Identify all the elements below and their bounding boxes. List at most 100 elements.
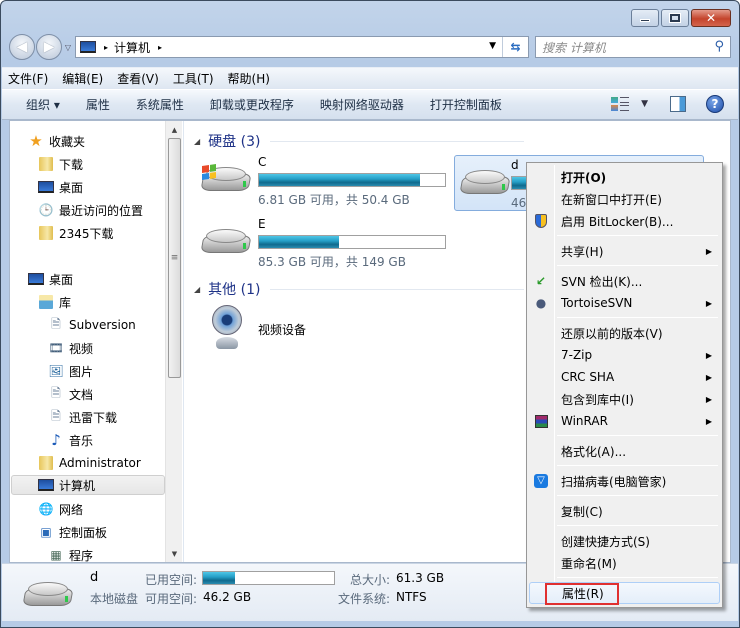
scroll-down-arrow-icon[interactable]: ▼ [166,545,182,562]
properties-button[interactable]: 属性 [86,96,110,113]
search-icon[interactable]: ⚲ [714,39,724,54]
close-button[interactable]: ✕ [691,9,731,27]
context-menu-item-label: 共享(H) [561,244,604,259]
context-menu-item[interactable]: ▽ 扫描病毒(电脑管家) [529,470,720,492]
sidebar-item-downloads[interactable]: 下载 [38,154,83,174]
address-dropdown-icon[interactable]: ▼ [489,41,496,51]
sidebar-item-xunlei-downloads[interactable]: 🗎 迅雷下载 [48,407,117,427]
context-menu-item[interactable]: CRC SHA ▶ [529,366,720,388]
maximize-button[interactable] [661,9,689,27]
submenu-arrow-icon: ▶ [705,350,712,360]
context-menu-item[interactable]: 在新窗口中打开(E) [529,188,720,210]
system-drive-icon [200,164,252,195]
recent-pages-dropdown[interactable]: ▽ [63,43,73,52]
scroll-thumb[interactable]: ≡ [168,138,181,378]
sidebar-item-computer[interactable]: 计算机 [11,475,165,495]
view-options-dropdown[interactable]: ▼ [641,99,648,109]
drive-tile-c[interactable]: C 6.81 GB 可用，共 50.4 GB [196,153,452,209]
system-properties-button[interactable]: 系统属性 [136,96,184,113]
context-menu-item[interactable]: 格式化(A)... [529,440,720,462]
hard-drive-icon [200,227,252,257]
context-menu-item[interactable]: 创建快捷方式(S) [529,530,720,552]
user-folder-icon [38,455,54,471]
organize-button[interactable]: 组织 ▾ [26,96,60,113]
context-menu-separator [557,317,718,318]
sidebar-item-documents[interactable]: 🗎 文档 [48,384,93,404]
group-header-hard-disks[interactable]: ◢ 硬盘 (3) [194,131,524,151]
back-button[interactable]: ◀ [9,34,35,60]
star-icon: ★ [29,132,43,150]
sidebar-item-administrator[interactable]: Administrator [38,453,141,473]
context-menu-separator [557,465,718,466]
context-menu-item[interactable]: ● TortoiseSVN ▶ [529,292,720,314]
group-header-other[interactable]: ◢ 其他 (1) [194,279,524,299]
context-menu-item[interactable]: ↙ SVN 检出(K)... [529,270,720,292]
scroll-up-arrow-icon[interactable]: ▲ [166,121,182,138]
device-tile-webcam[interactable]: 视频设备 [196,301,396,357]
forward-button[interactable]: ▶ [36,34,62,60]
sidebar-item-desktop-fav[interactable]: 桌面 [38,177,83,197]
context-menu-item-label: TortoiseSVN [561,296,633,310]
menu-file[interactable]: 文件(F) [8,70,48,87]
breadcrumb-computer[interactable]: 计算机 [114,39,150,56]
group-title: 硬盘 (3) [208,134,261,150]
details-free-value: 46.2 GB [203,590,252,604]
context-menu-separator [557,495,718,496]
open-control-panel-button[interactable]: 打开控制面板 [430,96,502,113]
details-fs-label: 文件系统: [338,592,391,606]
sidebar-item-programs[interactable]: ▦ 程序 [48,545,93,562]
sidebar-item-network[interactable]: 🌐 网络 [38,499,84,519]
sidebar-item-music[interactable]: ♪ 音乐 [48,430,93,450]
drive-tile-e[interactable]: E 85.3 GB 可用，共 149 GB [196,215,452,271]
context-menu-item[interactable]: 打开(O) [529,166,720,188]
address-bar[interactable]: ▸ 计算机 ▸ ▼ ⇆ [75,36,529,58]
sidebar-item-subversion[interactable]: 🗎 Subversion [48,315,136,335]
uninstall-program-button[interactable]: 卸载或更改程序 [210,96,294,113]
context-menu-item[interactable]: 重命名(M) [529,552,720,574]
minimize-button[interactable] [631,9,659,27]
sidebar-item-desktop[interactable]: 桌面 [28,269,73,289]
collapse-icon[interactable]: ◢ [194,285,200,294]
details-usage-bar [202,571,335,585]
sidebar-item-favorites[interactable]: ★ 收藏夹 [28,131,85,151]
context-menu-item[interactable]: 复制(C) [529,500,720,522]
menu-help[interactable]: 帮助(H) [228,70,270,87]
context-menu-item-label: 属性(R) [562,586,604,601]
context-menu-item[interactable]: WinRAR ▶ [529,410,720,432]
preview-pane-icon[interactable] [670,96,686,112]
sidebar-item-label: 收藏夹 [49,134,86,149]
menu-view[interactable]: 查看(V) [117,70,159,87]
sidebar-item-recent-places[interactable]: 🕒 最近访问的位置 [38,200,144,220]
context-menu-item[interactable]: 启用 BitLocker(B)... [529,210,720,232]
menu-tools[interactable]: 工具(T) [173,70,214,87]
context-menu-item-label: 启用 BitLocker(B)... [561,214,674,229]
map-network-drive-button[interactable]: 映射网络驱动器 [320,96,404,113]
sidebar-item-pictures[interactable]: 🖼 图片 [48,361,93,381]
navigation-pane-scrollbar[interactable]: ▲ ≡ ▼ [165,121,182,562]
context-menu-item[interactable]: 还原以前的版本(V) [529,322,720,344]
collapse-icon[interactable]: ◢ [194,137,200,146]
sidebar-item-label: Administrator [59,456,141,470]
context-menu-item-label: 扫描病毒(电脑管家) [561,474,667,489]
refresh-button[interactable]: ⇆ [502,37,528,57]
computer-icon [80,41,96,53]
change-view-icon[interactable] [611,97,630,111]
context-menu-item[interactable]: 包含到库中(I) ▶ [529,388,720,410]
context-menu-item[interactable]: 属性(R) [529,582,720,604]
sidebar-item-label: 网络 [59,502,84,517]
context-menu-item[interactable]: 7-Zip ▶ [529,344,720,366]
folder-icon [38,156,54,172]
search-input[interactable]: 搜索 计算机 ⚲ [535,36,731,58]
folder-icon [38,225,54,241]
breadcrumb-separator[interactable]: ▸ [104,43,108,52]
sidebar-item-videos[interactable]: 🎞 视频 [48,338,93,358]
context-menu-item[interactable]: 共享(H) ▶ [529,240,720,262]
submenu-arrow-icon: ▶ [705,416,712,426]
sidebar-item-2345-downloads[interactable]: 2345下载 [38,223,114,243]
menu-edit[interactable]: 编辑(E) [62,70,103,87]
help-icon[interactable]: ? [706,95,724,113]
sidebar-item-label: 桌面 [59,180,84,195]
breadcrumb-separator[interactable]: ▸ [158,43,162,52]
sidebar-item-control-panel[interactable]: ▣ 控制面板 [38,522,107,542]
sidebar-item-libraries[interactable]: 库 [38,292,71,312]
